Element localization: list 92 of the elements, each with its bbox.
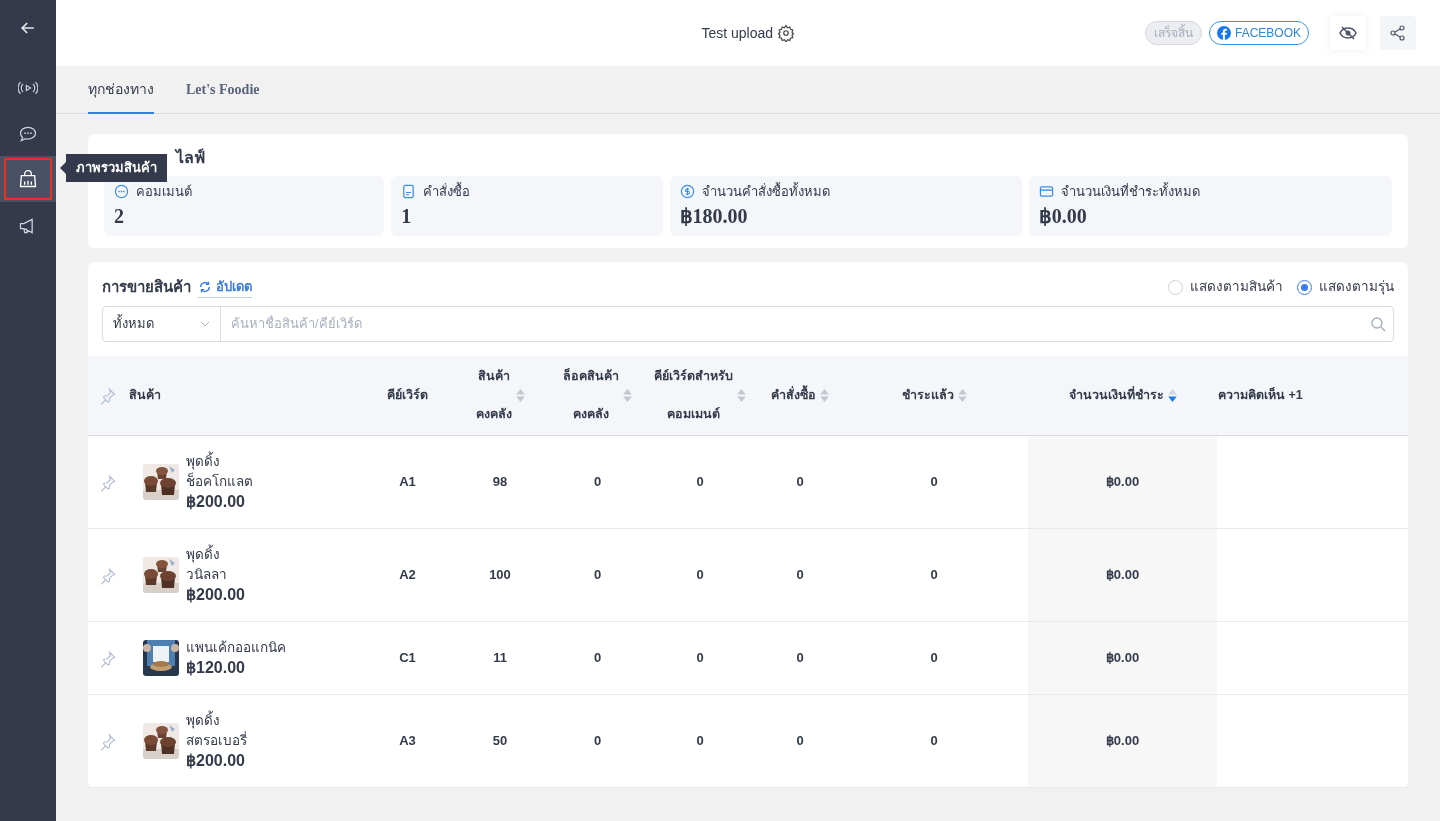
table-cell: 0 bbox=[696, 733, 704, 749]
filter-value: ทั้งหมด bbox=[113, 313, 154, 333]
search-icon bbox=[1370, 315, 1386, 332]
column-header[interactable]: ความคิดเห็น +1 bbox=[1218, 386, 1303, 405]
table-cell: 0 bbox=[930, 650, 938, 666]
radio-option[interactable]: แสดงตามรุ่น bbox=[1297, 277, 1394, 298]
column-header[interactable]: คำสั่งซื้อ bbox=[771, 386, 816, 405]
table-cell: A1 bbox=[399, 474, 416, 490]
table-cell: 0 bbox=[696, 567, 704, 583]
table-cell: C1 bbox=[399, 650, 416, 666]
product-price: ฿200.00 bbox=[186, 492, 246, 512]
settings-icon[interactable] bbox=[776, 24, 795, 42]
document-icon bbox=[401, 184, 417, 200]
column-header[interactable]: ชำระแล้ว bbox=[901, 386, 954, 405]
pin-icon[interactable] bbox=[99, 566, 117, 585]
table-cell: 0 bbox=[593, 650, 602, 666]
radio-label: แสดงตามสินค้า bbox=[1190, 278, 1283, 297]
table-cell: 98 bbox=[492, 474, 508, 490]
table-cell: ฿0.00 bbox=[1105, 474, 1140, 490]
facebook-icon bbox=[1217, 26, 1232, 40]
product-price: ฿200.00 bbox=[186, 585, 245, 605]
product-name: สตรอเบอรี่ bbox=[186, 731, 247, 750]
share-icon bbox=[1390, 25, 1406, 41]
pin-icon[interactable] bbox=[99, 473, 117, 492]
pin-icon[interactable] bbox=[99, 732, 117, 751]
column-header[interactable]: คีย์เวิร์ด bbox=[387, 386, 428, 405]
sort-icon[interactable] bbox=[737, 388, 746, 402]
column-header[interactable]: จำนวนเงินที่ชำระ bbox=[1068, 386, 1164, 405]
stat-label: จำนวนเงินที่ชำระทั้งหมด bbox=[1060, 182, 1200, 201]
product-price: ฿120.00 bbox=[186, 658, 246, 678]
table-cell: ฿0.00 bbox=[1105, 567, 1140, 583]
eye-off-icon bbox=[1339, 26, 1357, 40]
section-title: การขายสินค้า bbox=[102, 277, 191, 297]
table-cell: ฿0.00 bbox=[1105, 650, 1140, 666]
product-name: พุดดิ้ง bbox=[186, 452, 253, 472]
radio-label: แสดงตามรุ่น bbox=[1319, 278, 1394, 297]
stat-value: 2 bbox=[114, 205, 125, 227]
tooltip: ภาพรวมสินค้า bbox=[60, 154, 167, 182]
stat-label: คอมเมนต์ bbox=[136, 183, 192, 201]
shopping-bag-icon bbox=[18, 169, 38, 189]
pin-icon[interactable] bbox=[99, 649, 117, 668]
hide-button[interactable] bbox=[1330, 16, 1366, 50]
stat-value: ฿180.00 bbox=[679, 205, 749, 227]
table-cell: 0 bbox=[593, 733, 602, 749]
radio-option[interactable]: แสดงตามสินค้า bbox=[1168, 277, 1283, 298]
table-cell: A2 bbox=[399, 567, 416, 583]
table-cell: 50 bbox=[492, 733, 508, 749]
table-cell: 100 bbox=[489, 567, 511, 583]
sort-icon[interactable] bbox=[623, 388, 632, 402]
sort-icon[interactable] bbox=[957, 388, 967, 402]
refresh-icon bbox=[198, 279, 212, 294]
stat-label: จำนวนคำสั่งซื้อทั้งหมด bbox=[701, 182, 830, 201]
table-cell: 0 bbox=[796, 650, 804, 666]
product-name: วนิลลา bbox=[186, 566, 228, 584]
tab[interactable]: ทุกช่องทาง bbox=[88, 66, 154, 114]
share-button[interactable] bbox=[1380, 16, 1416, 50]
stat-value: ฿0.00 bbox=[1038, 205, 1088, 227]
table-cell: ฿0.00 bbox=[1105, 733, 1140, 749]
credit-card-icon bbox=[1038, 184, 1054, 200]
pin-icon[interactable] bbox=[99, 386, 117, 405]
stat-value: 1 bbox=[401, 205, 413, 227]
table-cell: 0 bbox=[593, 567, 602, 583]
table-cell: A3 bbox=[399, 733, 416, 749]
stat-label: คำสั่งซื้อ bbox=[423, 182, 471, 201]
sort-icon[interactable] bbox=[820, 388, 829, 402]
table-cell: 0 bbox=[696, 650, 704, 666]
table-cell: 0 bbox=[696, 474, 704, 490]
page-title: Test upload bbox=[701, 23, 774, 43]
table-cell: 0 bbox=[930, 567, 938, 583]
sort-icon[interactable] bbox=[1167, 388, 1177, 402]
table-cell: 0 bbox=[930, 733, 938, 749]
table-cell: 0 bbox=[796, 567, 804, 583]
product-price: ฿200.00 bbox=[186, 751, 246, 771]
product-name: ช็อคโกแลต bbox=[186, 472, 253, 491]
table-cell: 0 bbox=[593, 474, 602, 490]
product-name: แพนเค้กออแกนิค bbox=[186, 639, 286, 657]
table-cell: 11 bbox=[493, 650, 507, 666]
search-field[interactable]: ทั้งหมด ค้นหาชื่อสินค้า/คีย์เวิร์ด bbox=[102, 305, 1394, 342]
chevron-down-icon bbox=[200, 320, 210, 327]
product-name: พุดดิ้ง bbox=[186, 545, 245, 565]
column-header[interactable]: สินค้า bbox=[129, 386, 161, 405]
product-name: พุดดิ้ง bbox=[186, 711, 247, 731]
dollar-icon bbox=[679, 184, 695, 200]
table-cell: 0 bbox=[796, 474, 804, 490]
sidebar-item[interactable] bbox=[0, 156, 56, 202]
tab[interactable]: Let's Foodie bbox=[186, 66, 260, 114]
chat-icon bbox=[114, 184, 129, 200]
sort-icon[interactable] bbox=[515, 388, 525, 402]
update-link[interactable]: อัปเดต bbox=[198, 277, 252, 298]
table-cell: 0 bbox=[930, 474, 938, 490]
table-cell: 0 bbox=[796, 733, 804, 749]
status-badge: เสร็จสิ้น bbox=[1145, 21, 1203, 45]
